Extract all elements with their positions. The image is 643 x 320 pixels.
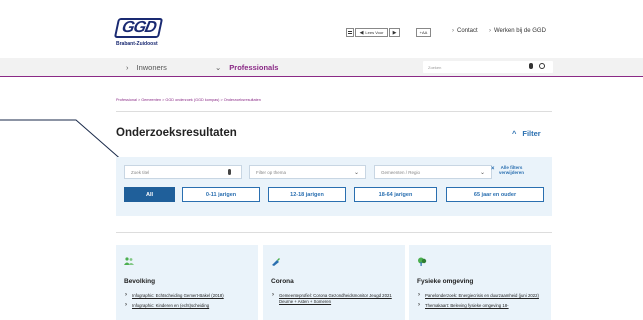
chevron-right-icon: › bbox=[126, 63, 129, 72]
people-icon bbox=[124, 257, 134, 265]
theme-card-fysieke-omgeving: Fysieke omgeving Panelonderzoek: Energie… bbox=[409, 245, 551, 320]
microphone-icon[interactable] bbox=[227, 169, 231, 175]
logo-subtitle: Brabant-Zuidoost bbox=[116, 41, 158, 47]
card-title: Bevolking bbox=[124, 278, 156, 285]
page-title: Onderzoeksresultaten bbox=[116, 127, 237, 139]
card-link-label: Gemeenteprofiel: Corona Gezondheidsmonit… bbox=[279, 293, 392, 304]
title-search-placeholder: Zoek titel bbox=[131, 170, 150, 175]
card-link[interactable]: Themakaart: Beleving fysieke omgeving 18… bbox=[417, 302, 543, 309]
logo-mark: GGD bbox=[113, 18, 164, 38]
contact-link-label: Contact bbox=[457, 28, 478, 34]
nav-item-inwoners[interactable]: › Inwoners bbox=[126, 63, 167, 72]
divider bbox=[116, 232, 552, 233]
close-icon: × bbox=[491, 166, 495, 172]
age-filter-0-11[interactable]: 0-11 jarigen bbox=[182, 187, 260, 202]
speaker-icon: ◀ bbox=[359, 29, 364, 36]
microphone-icon[interactable] bbox=[529, 63, 533, 69]
divider bbox=[116, 111, 552, 112]
card-link-label: Infographic: Echtscheiding Gemert-Bakel … bbox=[132, 293, 224, 298]
clear-filters-line2: verwijderen bbox=[499, 170, 525, 175]
theme-filter-label: Filter op thema bbox=[256, 170, 287, 175]
chevron-down-icon: ⌄ bbox=[215, 63, 222, 72]
read-aloud-button[interactable]: ◀ Lees Voor bbox=[355, 28, 388, 37]
syringe-icon bbox=[272, 258, 280, 266]
chevron-right-icon: › bbox=[489, 28, 491, 34]
card-link[interactable]: Infographic: Kinderen en (echt)scheiding bbox=[124, 302, 250, 309]
age-filter-65-plus[interactable]: 65 jaar en ouder bbox=[446, 187, 544, 202]
breadcrumb[interactable]: Professional > Gemeenten > GGD onderzoek… bbox=[116, 98, 261, 102]
card-link[interactable]: Infographic: Echtscheiding Gemert-Bakel … bbox=[124, 292, 250, 299]
card-title: Fysieke omgeving bbox=[417, 278, 474, 285]
text-lines-icon bbox=[348, 31, 352, 34]
callout-line bbox=[0, 119, 125, 163]
nav-item-inwoners-label: Inwoners bbox=[136, 63, 167, 72]
play-button[interactable]: ▶ bbox=[389, 28, 400, 37]
play-icon: ▶ bbox=[392, 29, 397, 36]
card-link[interactable]: Panelonderzoek: Energiecrisis en duurzaa… bbox=[417, 292, 543, 299]
contact-link[interactable]: › Contact bbox=[452, 28, 478, 34]
card-title: Corona bbox=[271, 278, 294, 285]
age-filter-all[interactable]: All bbox=[124, 187, 175, 202]
theme-card-bevolking: Bevolking Infographic: Echtscheiding Gem… bbox=[116, 245, 258, 320]
municipality-select[interactable]: Gemeenten / Regio ⌄ bbox=[374, 165, 492, 179]
title-search-field[interactable]: Zoek titel bbox=[124, 165, 242, 179]
chevron-right-icon: › bbox=[452, 28, 454, 34]
search-input[interactable]: Zoeken bbox=[428, 65, 441, 70]
theme-card-corona: Corona Gemeenteprofiel: Corona Gezondhei… bbox=[263, 245, 405, 320]
filter-toggle[interactable]: ^ Filter bbox=[512, 129, 541, 138]
text-size-button[interactable]: +AA bbox=[416, 28, 431, 37]
search-box[interactable]: Zoeken bbox=[423, 61, 553, 73]
chevron-down-icon: ⌄ bbox=[479, 170, 485, 176]
nav-item-professionals[interactable]: ⌄ Professionals bbox=[215, 63, 278, 72]
filter-toggle-label: Filter bbox=[522, 129, 541, 138]
card-link-label: Themakaart: Beleving fysieke omgeving 18… bbox=[425, 303, 509, 308]
theme-filter-select[interactable]: Filter op thema ⌄ bbox=[249, 165, 366, 179]
read-aloud-label: Lees Voor bbox=[365, 30, 384, 35]
werken-bij-link[interactable]: › Werken bij de GGD bbox=[489, 28, 546, 34]
ggd-logo[interactable]: GGD Brabant-Zuidoost bbox=[113, 18, 196, 48]
card-link[interactable]: Gemeenteprofiel: Corona Gezondheidsmonit… bbox=[271, 292, 397, 305]
clear-filters-button[interactable]: × Alle filters verwijderen bbox=[491, 165, 525, 175]
chevron-down-icon: ⌄ bbox=[353, 170, 359, 176]
page: GGD Brabant-Zuidoost ◀ Lees Voor ▶ +AA ›… bbox=[0, 0, 643, 320]
search-icon[interactable] bbox=[539, 63, 545, 69]
tree-icon bbox=[418, 257, 427, 266]
werken-bij-link-label: Werken bij de GGD bbox=[494, 28, 546, 34]
chevron-up-icon: ^ bbox=[512, 129, 517, 138]
card-link-label: Infographic: Kinderen en (echt)scheiding bbox=[132, 303, 210, 308]
text-icon-button[interactable] bbox=[346, 28, 354, 37]
card-link-label: Panelonderzoek: Energiecrisis en duurzaa… bbox=[425, 293, 539, 298]
nav-item-professionals-label: Professionals bbox=[229, 63, 279, 72]
age-filter-18-64[interactable]: 18-64 jarigen bbox=[354, 187, 437, 202]
age-filter-12-18[interactable]: 12-18 jarigen bbox=[268, 187, 346, 202]
municipality-label: Gemeenten / Regio bbox=[381, 170, 421, 175]
